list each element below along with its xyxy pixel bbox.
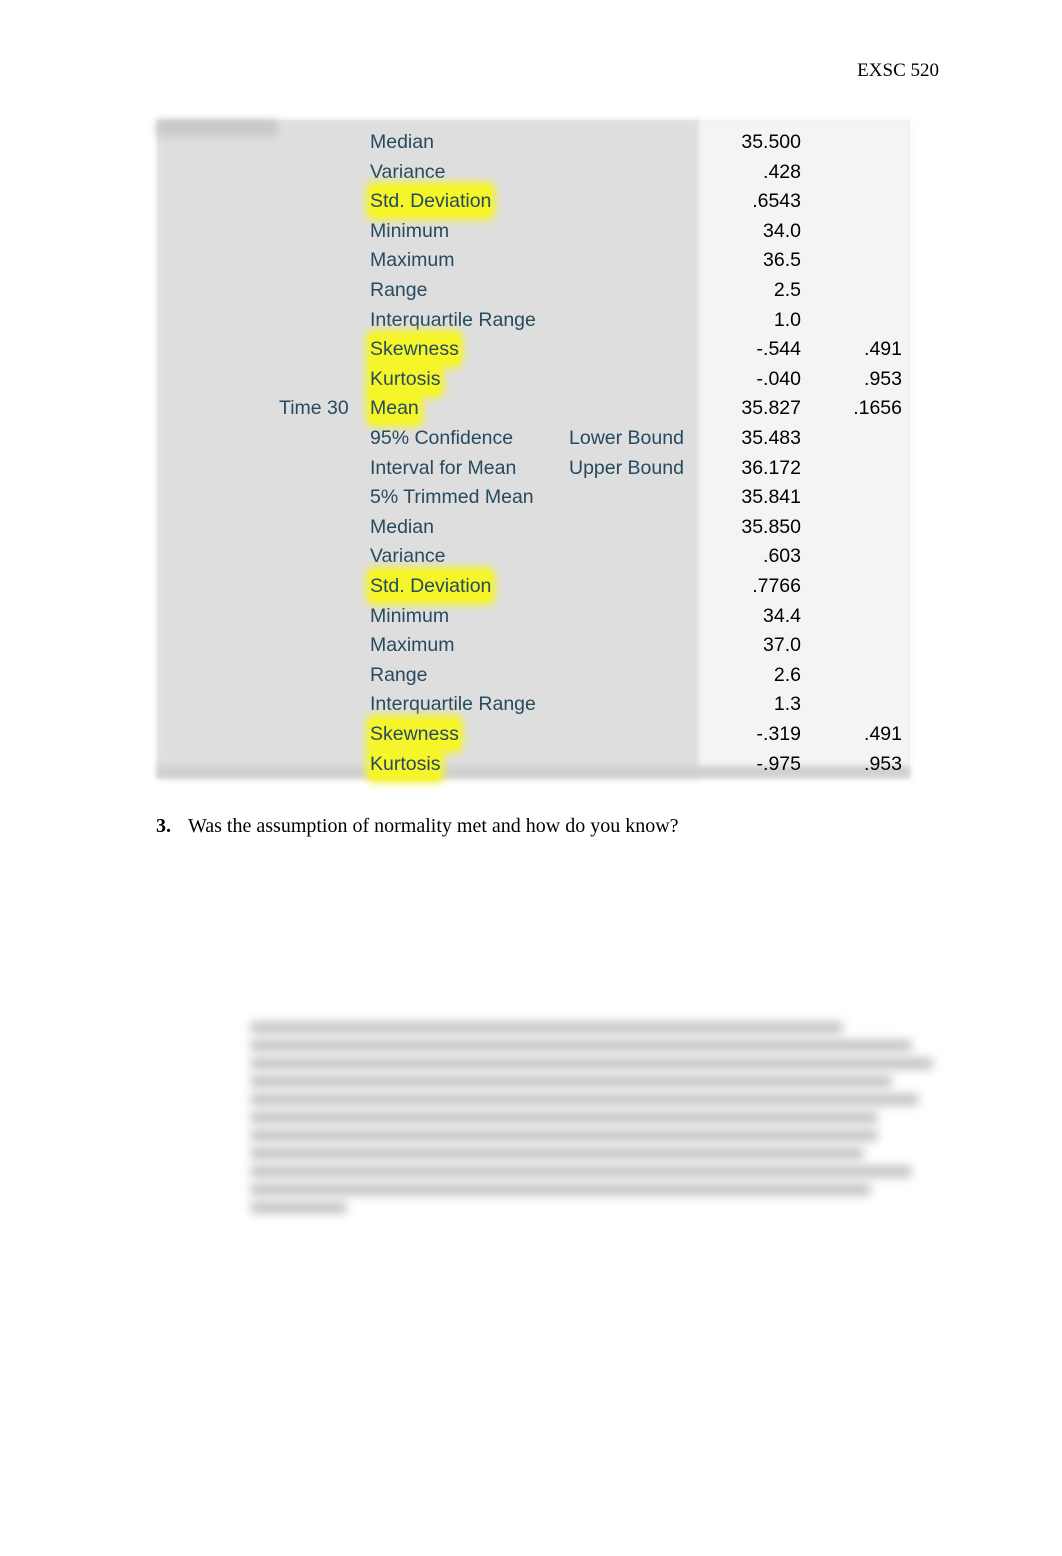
row-value: 2.5 [773,279,801,301]
row-value: 1.3 [773,693,801,716]
row-statistic-label: Variance [370,160,446,183]
row-statistic-label: Median [370,515,434,538]
table-row: Variance .428 [157,157,910,187]
row-value: 35.483 [741,427,801,449]
row-statistic-label: Minimum [370,219,450,242]
row-statistic-label: Maximum [370,249,455,272]
row-statistic-label: Variance [370,545,446,568]
course-header: EXSC 520 [857,60,939,81]
table-row: Variance .603 [157,541,910,571]
table-row: Minimum 34.4 [157,601,910,631]
row-std-error: .1656 [853,397,902,420]
row-statistic-label: Range [370,279,428,301]
row-statistic-label: Kurtosis [370,748,441,779]
row-value: 1.0 [773,308,801,331]
row-statistic-label: Interval for Mean [370,456,517,479]
row-value: -.975 [756,752,801,775]
question-3: 3. Was the assumption of normality met an… [156,815,679,838]
row-value: -.040 [756,367,801,390]
table-row: Interquartile Range 1.3 [157,689,910,719]
row-statistic-label: Median [370,131,434,153]
table-row: Skewness -.544 .491 [157,334,910,365]
row-statistic-label: Maximum [370,634,455,657]
blurred-answer [250,1015,940,1220]
row-statistic-label: 5% Trimmed Mean [370,486,534,509]
row-statistic-label: Kurtosis [370,363,441,394]
table-row: Interval for Mean Upper Bound 36.172 [157,453,910,483]
table-row: Std. Deviation .7766 [157,571,910,601]
table-row: Median 35.850 [157,512,910,542]
row-group-label: Time 30 [279,397,349,420]
row-value: 36.172 [741,456,801,479]
table-row: Median 35.500 [157,127,910,157]
row-std-error: .953 [864,367,902,390]
table-row: 5% Trimmed Mean 35.841 [157,482,910,512]
row-sub-label: Upper Bound [569,456,684,479]
table-row: Interquartile Range 1.0 [157,305,910,335]
row-value: 35.841 [741,486,801,509]
row-statistic-label: 95% Confidence [370,427,514,449]
row-value: 35.500 [741,131,801,153]
row-value: .603 [763,545,801,568]
row-statistic-label: Interquartile Range [370,308,536,331]
row-value: .7766 [752,575,801,597]
table-row: Std. Deviation .6543 [157,186,910,217]
row-value: 37.0 [763,634,801,657]
row-statistic-label: Std. Deviation [370,186,492,217]
table-row: 95% Confidence Lower Bound 35.483 [157,423,910,453]
row-statistic-label: Skewness [370,334,459,365]
table-row: Minimum 34.0 [157,216,910,246]
row-value: .6543 [752,190,801,213]
table-row: Skewness -.319 .491 [157,719,910,749]
row-value: 35.850 [741,515,801,538]
row-statistic-label: Interquartile Range [370,693,536,716]
row-statistic-label: Range [370,663,428,686]
row-value: 34.4 [763,604,801,627]
table-row: Maximum 36.5 [157,245,910,275]
row-statistic-label: Mean [370,393,419,424]
table-row: Kurtosis -.975 .953 [157,748,910,779]
question-number: 3. [156,815,171,837]
row-statistic-label: Minimum [370,604,450,627]
document-page: EXSC 520 Median 35.500 Variance .428 Std. De… [0,0,1062,1556]
row-statistic-label: Skewness [370,719,459,749]
row-value: 2.6 [773,663,801,686]
row-value: 36.5 [763,249,801,272]
row-value: 34.0 [763,219,801,242]
question-text: Was the assumption of normality met and … [188,815,679,837]
row-std-error: .953 [864,752,902,775]
row-value: 35.827 [741,397,801,420]
table-row: Kurtosis -.040 .953 [157,363,910,394]
row-value: -.544 [756,338,801,361]
table-row: Time 30 Mean 35.827 .1656 [157,393,910,424]
row-value: -.319 [756,723,801,745]
table-row: Maximum 37.0 [157,630,910,660]
row-statistic-label: Std. Deviation [370,571,492,601]
table-row: Range 2.5 [157,275,910,305]
row-std-error: .491 [864,723,902,745]
row-std-error: .491 [864,338,902,361]
table-row: Range 2.6 [157,660,910,690]
row-sub-label: Lower Bound [569,427,684,449]
row-value: .428 [763,160,801,183]
